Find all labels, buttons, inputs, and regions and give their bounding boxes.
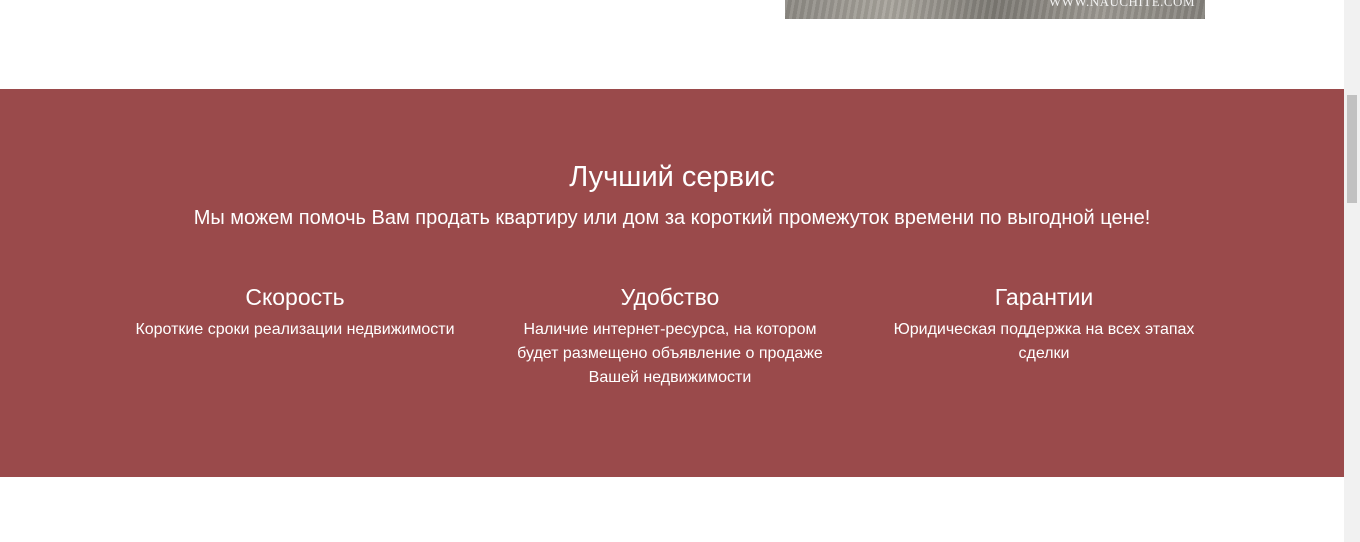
feature-text: Юридическая поддержка на всех этапах сде… <box>893 321 1195 362</box>
section-subtitle: Мы можем помочь Вам продать квартиру или… <box>193 207 1151 229</box>
feature-text: Короткие сроки реализации недвижимости <box>135 321 455 338</box>
vertical-scrollbar[interactable] <box>1344 0 1360 542</box>
header-photo: WWW.NAUCHITE.COM <box>785 0 1205 19</box>
scrollbar-thumb[interactable] <box>1347 95 1357 203</box>
feature-title: Удобство <box>620 284 720 310</box>
page: WWW.NAUCHITE.COM Лучший сервис Мы можем … <box>0 0 1344 542</box>
feature-convenience: Удобство Наличие интернет-ресурса, на ко… <box>490 282 850 390</box>
feature-text: Наличие интернет-ресурса, на котором буд… <box>517 321 823 386</box>
feature-speed: Скорость Короткие сроки реализации недви… <box>115 282 475 342</box>
photo-watermark: WWW.NAUCHITE.COM <box>1048 0 1195 9</box>
feature-guarantees: Гарантии Юридическая поддержка на всех э… <box>864 282 1224 366</box>
feature-title: Скорость <box>245 284 345 310</box>
best-service-section: Лучший сервис Мы можем помочь Вам продат… <box>0 89 1344 477</box>
feature-title: Гарантии <box>994 284 1094 310</box>
section-title: Лучший сервис <box>569 161 775 193</box>
